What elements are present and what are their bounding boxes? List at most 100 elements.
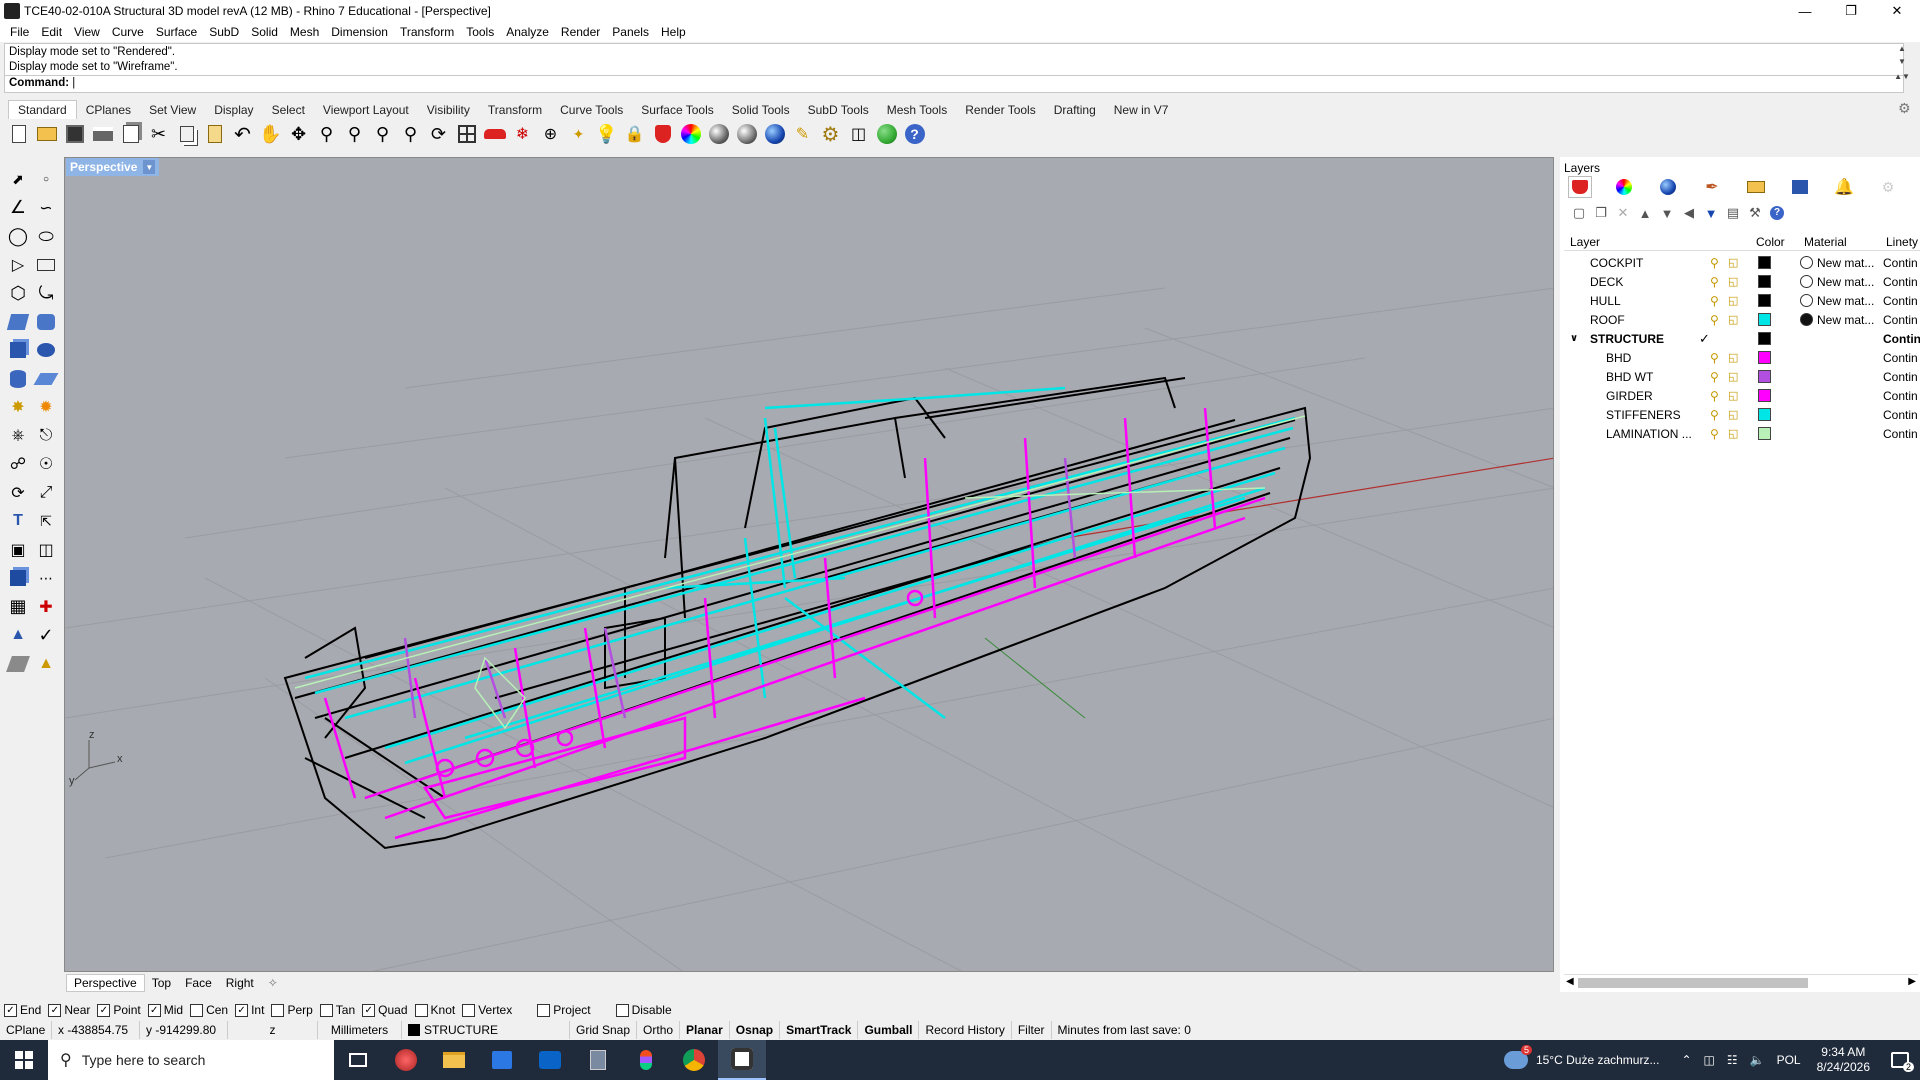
lock-icon[interactable]: 🔒 — [622, 122, 647, 147]
light-bulb-icon[interactable]: ⚲ — [1710, 408, 1719, 422]
shaded-sphere-icon[interactable] — [706, 122, 731, 147]
checkbox[interactable] — [271, 1003, 285, 1017]
calculator-app-icon[interactable] — [574, 1040, 622, 1080]
chevron-updown-icon[interactable]: ▲▼ — [1894, 72, 1910, 81]
polyline-icon[interactable]: ∠ — [4, 194, 32, 223]
layer-name[interactable]: GIRDER — [1606, 389, 1653, 403]
osnap-mid[interactable]: ✓ Mid — [147, 1003, 183, 1017]
osnap-perp[interactable]: Perp — [271, 1003, 313, 1017]
zoom-icon[interactable]: ⚲ — [314, 122, 339, 147]
checkbox[interactable]: ✓ — [4, 1003, 17, 1017]
light-bulb-icon[interactable]: ⚲ — [1710, 427, 1719, 441]
layer-color-swatch[interactable] — [1758, 275, 1771, 288]
tab-viewport-layout[interactable]: Viewport Layout — [314, 101, 418, 119]
outlook-app-icon[interactable] — [526, 1040, 574, 1080]
text-icon[interactable]: T — [4, 507, 32, 536]
world-globe-icon[interactable] — [874, 122, 899, 147]
layer-material[interactable]: New mat... — [1800, 256, 1874, 270]
point-icon[interactable]: ○ — [32, 165, 60, 194]
layer-linetype[interactable]: Contin — [1883, 313, 1918, 327]
osnap-disable[interactable]: Disable — [615, 1003, 672, 1017]
help-icon[interactable]: ? — [1768, 204, 1786, 222]
render-tab-icon[interactable] — [1656, 176, 1680, 198]
analyze-icon[interactable]: ▲ — [4, 621, 32, 650]
menu-panels[interactable]: Panels — [606, 25, 655, 39]
layer-color-swatch[interactable] — [1758, 332, 1771, 345]
render-icon[interactable] — [4, 650, 32, 679]
tab-transform[interactable]: Transform — [479, 101, 551, 119]
unlock-icon[interactable]: ◱ — [1728, 370, 1738, 383]
menu-edit[interactable]: Edit — [35, 25, 68, 39]
check-icon[interactable]: ✓ — [32, 621, 60, 650]
solid-box-icon[interactable] — [4, 564, 32, 593]
task-view-icon[interactable] — [334, 1040, 382, 1080]
help-icon[interactable]: ? — [902, 122, 927, 147]
menu-render[interactable]: Render — [555, 25, 606, 39]
extrude-icon[interactable] — [32, 365, 60, 394]
grid-snap-toggle[interactable]: Grid Snap — [570, 1021, 638, 1039]
circle-icon[interactable]: ◯ — [4, 222, 32, 251]
layer-row[interactable]: STIFFENERS ⚲ ◱ Contin — [1564, 405, 1920, 424]
menu-analyze[interactable]: Analyze — [500, 25, 555, 39]
light-bulb-icon[interactable]: ⚲ — [1710, 370, 1719, 384]
chevron-down-icon[interactable]: ▼ — [1898, 57, 1906, 66]
viewport-tab-top[interactable]: Top — [145, 975, 178, 991]
layer-name[interactable]: LAMINATION ... — [1606, 427, 1692, 441]
tab-visibility[interactable]: Visibility — [418, 101, 479, 119]
unlock-icon[interactable]: ◱ — [1728, 294, 1738, 307]
move-down-icon[interactable]: ▼ — [1658, 204, 1676, 222]
checkbox[interactable] — [190, 1003, 204, 1017]
rectangle-icon[interactable] — [32, 251, 60, 280]
cut-icon[interactable]: ✂ — [146, 122, 171, 147]
paste-icon[interactable] — [202, 122, 227, 147]
gumball-toggle[interactable]: Gumball — [858, 1021, 920, 1039]
unlock-icon[interactable]: ◱ — [1728, 313, 1738, 326]
layer-row[interactable]: ∨ STRUCTURE ✓ Contin — [1564, 329, 1920, 348]
layer-color-swatch[interactable] — [1758, 389, 1771, 402]
chevron-up-icon[interactable]: ▲ — [1898, 44, 1906, 53]
viewport-tab-face[interactable]: Face — [178, 975, 219, 991]
blue-sphere-icon[interactable] — [762, 122, 787, 147]
command-scrollbar[interactable]: ▲ ▼ ▲▼ — [1894, 44, 1910, 92]
layer-color-swatch[interactable] — [1758, 370, 1771, 383]
rendered-sphere-icon[interactable] — [734, 122, 759, 147]
tab-new-in-v7[interactable]: New in V7 — [1105, 101, 1178, 119]
delete-layer-icon[interactable]: ✕ — [1614, 204, 1632, 222]
open-file-icon[interactable] — [34, 122, 59, 147]
cplane-label[interactable]: CPlane — [0, 1021, 52, 1039]
store-app-icon[interactable] — [478, 1040, 526, 1080]
layer-row[interactable]: LAMINATION ... ⚲ ◱ Contin — [1564, 424, 1920, 443]
layer-linetype[interactable]: Contin — [1883, 389, 1918, 403]
block-icon[interactable]: ▣ — [4, 536, 32, 565]
plane-tool-icon[interactable]: ⊕ — [538, 122, 563, 147]
tab-set-view[interactable]: Set View — [140, 101, 205, 119]
layers-horizontal-scrollbar[interactable]: ◀ ▶ — [1564, 974, 1918, 990]
unlock-icon[interactable]: ◱ — [1728, 256, 1738, 269]
explode-icon[interactable]: ✸ — [4, 393, 32, 422]
menu-solid[interactable]: Solid — [245, 25, 284, 39]
layer-name[interactable]: COCKPIT — [1590, 256, 1643, 270]
viewport-tab-right[interactable]: Right — [219, 975, 261, 991]
layer-row[interactable]: GIRDER ⚲ ◱ Contin — [1564, 386, 1920, 405]
column-layer[interactable]: Layer — [1570, 235, 1600, 249]
rotate-view-icon[interactable]: ✥ — [286, 122, 311, 147]
chevron-right-icon[interactable]: ▶ — [1908, 976, 1916, 987]
layer-color-swatch[interactable] — [1758, 313, 1771, 326]
viewport-title-tab[interactable]: Perspective ▼ — [66, 158, 160, 176]
notifications-tab-icon[interactable]: 🔔 — [1832, 176, 1856, 198]
layer-row[interactable]: HULL ⚲ ◱ New mat... Contin — [1564, 291, 1920, 310]
burst-icon[interactable]: ✹ — [32, 393, 60, 422]
light-bulb-icon[interactable]: ⚲ — [1710, 275, 1719, 289]
tab-render-tools[interactable]: Render Tools — [956, 101, 1045, 119]
chrome-app-icon[interactable] — [670, 1040, 718, 1080]
grid-snap-icon[interactable]: ◫ — [846, 122, 871, 147]
chevron-down-icon[interactable]: ▼ — [143, 160, 156, 174]
color-wheel-icon[interactable] — [678, 122, 703, 147]
column-linetype[interactable]: Linety — [1886, 235, 1918, 249]
layer-name[interactable]: STIFFENERS — [1606, 408, 1681, 422]
layer-row[interactable]: BHD WT ⚲ ◱ Contin — [1564, 367, 1920, 386]
layer-material[interactable]: New mat... — [1800, 313, 1874, 327]
libraries-tab-icon[interactable] — [1744, 176, 1768, 198]
layer-states-icon[interactable]: ▤ — [1724, 204, 1742, 222]
taskbar-search-box[interactable]: ⚲ Type here to search — [48, 1040, 334, 1080]
